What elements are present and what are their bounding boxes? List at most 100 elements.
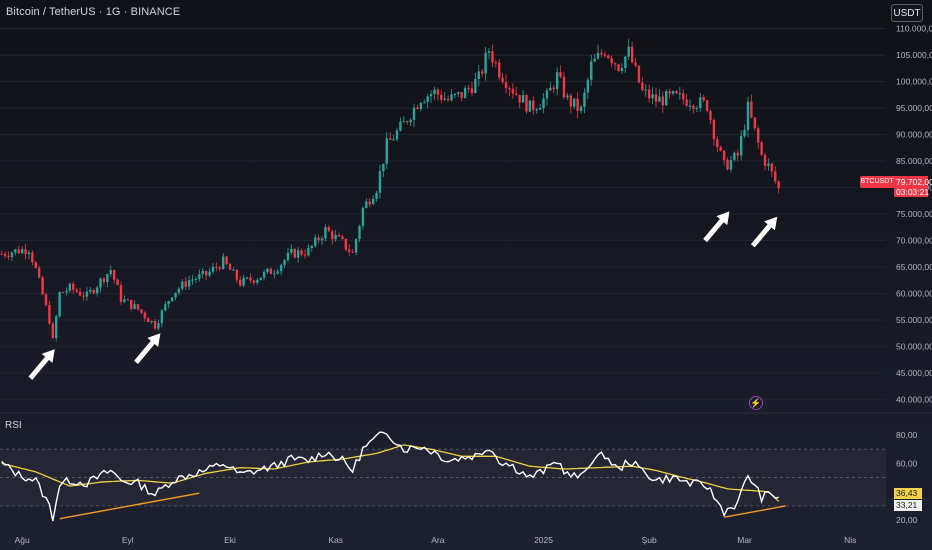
candle-body	[225, 256, 228, 265]
last-price-label: 79.702,00	[896, 177, 932, 187]
candle-body	[695, 108, 699, 110]
candle-body	[392, 139, 395, 141]
candle-body	[545, 90, 549, 99]
candle-body	[634, 62, 637, 66]
time-tick-label: Mar	[737, 535, 752, 545]
candle-body	[433, 89, 436, 95]
candle-body	[637, 65, 641, 83]
candle-body	[324, 227, 327, 239]
price-tick-label: 85.000,00	[896, 156, 932, 166]
time-tick-label: 2025	[534, 535, 553, 545]
candle-body	[487, 51, 491, 53]
candle-body	[89, 289, 92, 292]
time-tick-label: Ağu	[15, 535, 30, 545]
candle-body	[453, 93, 457, 95]
candle-body	[440, 94, 443, 100]
candle-body	[273, 273, 276, 275]
candle-body	[204, 271, 208, 276]
candle-body	[198, 274, 201, 279]
chart-canvas[interactable]: 40.000,00 45.000,00 50.000,00 55.000,00 60.0…	[0, 0, 932, 550]
time-tick-label: Nis	[844, 535, 856, 545]
price-tick-label: 95.000,00	[896, 103, 932, 113]
candle-body	[82, 295, 85, 297]
candle-body	[426, 96, 429, 103]
price-tick-label: 70.000,00	[896, 235, 932, 245]
lightning-icon[interactable]: ⚡	[749, 396, 763, 410]
candle-body	[385, 138, 388, 164]
candle-body	[262, 271, 266, 278]
candle-body	[583, 92, 586, 107]
price-tick-label: 110.000,00	[896, 24, 932, 34]
candle-body	[521, 94, 525, 103]
candle-body	[303, 254, 307, 256]
candle-body	[702, 97, 705, 101]
candle-body	[10, 252, 14, 257]
candle-body	[177, 288, 181, 293]
candle-body	[586, 79, 590, 93]
candle-body	[566, 95, 569, 98]
candle-body	[620, 67, 624, 71]
candle-body	[95, 287, 99, 294]
time-tick-label: Eki	[224, 535, 236, 545]
candle-body	[65, 290, 68, 293]
time-tick-label: Şub	[642, 535, 657, 545]
candle-body	[733, 152, 736, 160]
candle-body	[480, 71, 484, 74]
time-tick-label: Kas	[328, 535, 343, 545]
candle-body	[627, 46, 630, 57]
candle-body	[106, 274, 109, 283]
candle-body	[739, 136, 743, 156]
candle-body	[112, 270, 116, 280]
candle-body	[552, 87, 555, 90]
candle-body	[757, 128, 760, 143]
candle-body	[443, 98, 446, 100]
candle-body	[498, 62, 501, 78]
price-tick-label: 50.000,00	[896, 341, 932, 351]
candle-body	[477, 71, 480, 79]
candle-body	[528, 100, 532, 112]
price-tick-label: 40.000,00	[896, 394, 932, 404]
rsi-ma-value-tag: 33,21	[894, 500, 922, 511]
candle-body	[279, 264, 283, 272]
candle-body	[682, 93, 685, 100]
candle-body	[494, 62, 498, 64]
candle-body	[293, 248, 296, 258]
candle-body	[767, 163, 770, 166]
candle-body	[416, 107, 419, 110]
candle-body	[48, 304, 51, 324]
candle-body	[314, 237, 317, 246]
candle-body	[116, 279, 119, 286]
time-tick-label: Ara	[431, 535, 445, 545]
candle-body	[770, 163, 774, 172]
chart-root: 40.000,00 45.000,00 50.000,00 55.000,00 60.0…	[0, 0, 932, 550]
candle-body	[286, 252, 290, 261]
candle-body	[61, 292, 65, 294]
currency-button[interactable]: USDT	[891, 4, 923, 22]
candle-body	[133, 304, 136, 309]
candle-body	[576, 98, 579, 111]
candle-body	[685, 99, 688, 106]
candle-body	[123, 299, 126, 302]
candle-body	[716, 139, 719, 148]
candle-body	[3, 253, 7, 256]
candle-body	[501, 77, 504, 83]
candle-body	[630, 46, 634, 63]
candle-body	[538, 107, 542, 110]
candle-body	[331, 231, 334, 240]
candle-body	[436, 89, 440, 95]
candle-body	[382, 163, 385, 172]
candle-body	[51, 323, 55, 339]
candle-body	[157, 323, 160, 329]
candle-body	[559, 72, 562, 77]
candle-body	[668, 91, 671, 94]
candle-body	[409, 119, 412, 123]
candle-body	[259, 277, 262, 281]
candle-body	[658, 96, 661, 102]
candle-body	[549, 87, 552, 91]
candle-body	[746, 101, 750, 130]
candle-body	[249, 277, 252, 281]
candle-body	[153, 320, 157, 329]
candle-body	[266, 268, 269, 272]
candle-body	[644, 89, 647, 91]
candle-body	[208, 271, 211, 276]
